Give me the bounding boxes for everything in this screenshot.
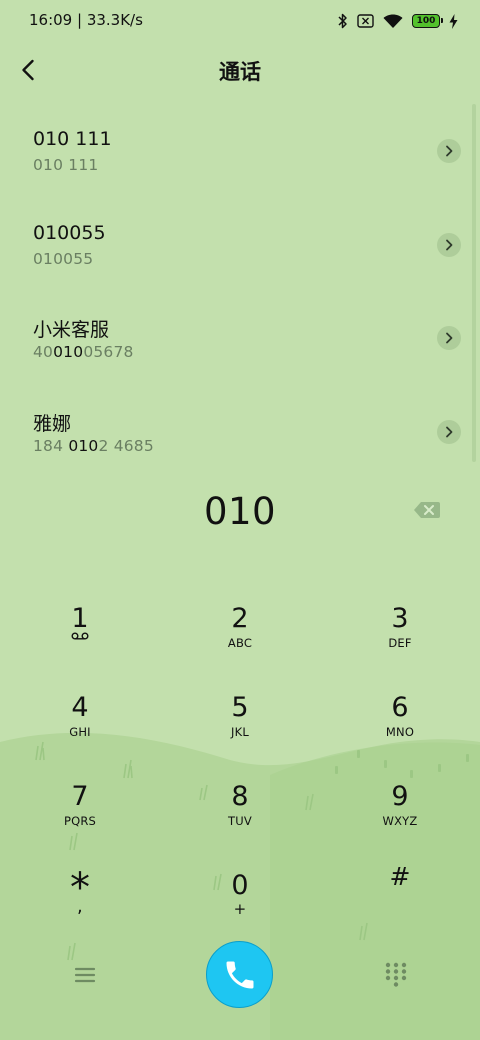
contact-name: 小米客服 bbox=[33, 319, 110, 341]
contact-item[interactable]: 雅娜 184 0102 4685 bbox=[0, 384, 480, 478]
key-7[interactable]: 7 PQRS bbox=[0, 753, 160, 842]
contact-detail-button[interactable] bbox=[437, 419, 461, 444]
key-9[interactable]: 9 WXYZ bbox=[320, 753, 480, 842]
dial-keypad: 1 2 ABC 3 DEF 4 GHI 5 JKL 6 MNO 7 PQRS 8 TUV 9 WXYZ *, 0 + # bbox=[0, 575, 480, 931]
key-5[interactable]: 5 JKL bbox=[160, 664, 320, 753]
no-sim-icon bbox=[357, 14, 374, 28]
key-digit: 6 bbox=[391, 692, 409, 723]
number-segment: 05678 bbox=[83, 343, 134, 361]
status-icons: 100 bbox=[338, 11, 458, 31]
contact-item[interactable]: 小米客服 4001005678 bbox=[0, 290, 480, 384]
key-digit: 5 bbox=[231, 692, 249, 723]
contact-item[interactable]: 010055 010055 bbox=[0, 197, 480, 291]
wifi-icon bbox=[383, 14, 403, 28]
number-segment: 010 111 bbox=[33, 156, 99, 174]
contact-name: 010 111 bbox=[33, 128, 112, 150]
backspace-button[interactable] bbox=[413, 500, 441, 520]
contact-number: 4001005678 bbox=[33, 343, 134, 361]
key-2[interactable]: 2 ABC bbox=[160, 575, 320, 664]
contact-number: 010055 bbox=[33, 250, 93, 268]
key-8[interactable]: 8 TUV bbox=[160, 753, 320, 842]
contact-number: 010 111 bbox=[33, 156, 99, 174]
phone-icon bbox=[226, 961, 253, 988]
dialpad-toggle-button[interactable] bbox=[382, 960, 410, 990]
digits-display: 010 bbox=[0, 486, 480, 538]
key-4[interactable]: 4 GHI bbox=[0, 664, 160, 753]
contact-suggestion-list: 010 111 010 111 010055 010055 小米客服 4001005678… bbox=[0, 103, 480, 477]
key-digit: 3 bbox=[391, 603, 409, 634]
battery-level: 100 bbox=[416, 15, 436, 26]
key-digit: 7 bbox=[71, 781, 89, 812]
contact-detail-button[interactable] bbox=[437, 139, 461, 163]
chevron-right-icon bbox=[446, 145, 453, 157]
chevron-right-icon bbox=[446, 332, 453, 344]
key-digit: 2 bbox=[231, 603, 249, 634]
contact-name: 010055 bbox=[33, 221, 106, 244]
bluetooth-icon bbox=[338, 13, 347, 29]
voicemail-icon bbox=[0, 632, 160, 640]
contact-number: 184 0102 4685 bbox=[33, 437, 154, 455]
contact-detail-button[interactable] bbox=[437, 232, 461, 257]
key-letters: GHI bbox=[69, 725, 91, 739]
charging-icon bbox=[449, 13, 458, 29]
matched-digits: 010 bbox=[68, 436, 99, 455]
menu-icon bbox=[74, 967, 96, 983]
number-segment: 184 bbox=[33, 436, 69, 455]
key-hash[interactable]: # bbox=[320, 842, 480, 931]
dialed-number: 010 bbox=[203, 490, 277, 533]
key-digit: 1 bbox=[71, 603, 89, 634]
header: 通话 bbox=[0, 44, 480, 96]
dialpad-icon bbox=[385, 962, 407, 987]
key-6[interactable]: 6 MNO bbox=[320, 664, 480, 753]
contact-detail-button[interactable] bbox=[437, 326, 461, 350]
key-digit: 8 bbox=[231, 781, 249, 812]
key-letters: + bbox=[233, 900, 247, 918]
key-digit: 0 bbox=[231, 870, 249, 901]
key-letters: ABC bbox=[227, 636, 253, 650]
bottom-bar bbox=[0, 940, 480, 1010]
key-letters: TUV bbox=[228, 814, 252, 828]
key-digit: 9 bbox=[391, 781, 409, 812]
chevron-right-icon bbox=[446, 239, 453, 250]
number-segment: 40 bbox=[33, 343, 54, 361]
number-segment: 010055 bbox=[33, 249, 94, 268]
contact-item[interactable]: 010 111 010 111 bbox=[0, 103, 480, 197]
number-segment: 2 4685 bbox=[98, 436, 154, 455]
contact-name: 雅娜 bbox=[33, 412, 72, 435]
key-3[interactable]: 3 DEF bbox=[320, 575, 480, 664]
key-letters: DEF bbox=[388, 636, 412, 650]
status-bar: 16:09 | 33.3K/s 100 bbox=[0, 0, 480, 40]
scrollbar[interactable] bbox=[472, 104, 476, 462]
battery-icon: 100 bbox=[412, 14, 443, 28]
key-star[interactable]: *, bbox=[0, 842, 160, 931]
key-digit: # bbox=[389, 862, 411, 891]
key-1[interactable]: 1 bbox=[0, 575, 160, 664]
page-title: 通话 bbox=[219, 60, 261, 84]
key-letters: , bbox=[77, 896, 83, 917]
key-letters: JKL bbox=[231, 725, 249, 739]
status-time-speed: 16:09 | 33.3K/s bbox=[29, 11, 143, 29]
key-0[interactable]: 0 + bbox=[160, 842, 320, 931]
backspace-icon bbox=[414, 502, 440, 518]
matched-digits: 010 bbox=[53, 343, 84, 361]
key-letters: WXYZ bbox=[382, 814, 418, 828]
key-letters: MNO bbox=[385, 725, 415, 739]
menu-button[interactable] bbox=[70, 962, 100, 988]
key-letters: PQRS bbox=[63, 814, 97, 828]
key-digit: 4 bbox=[71, 692, 89, 723]
chevron-right-icon bbox=[446, 426, 453, 437]
call-button[interactable] bbox=[206, 941, 273, 1008]
